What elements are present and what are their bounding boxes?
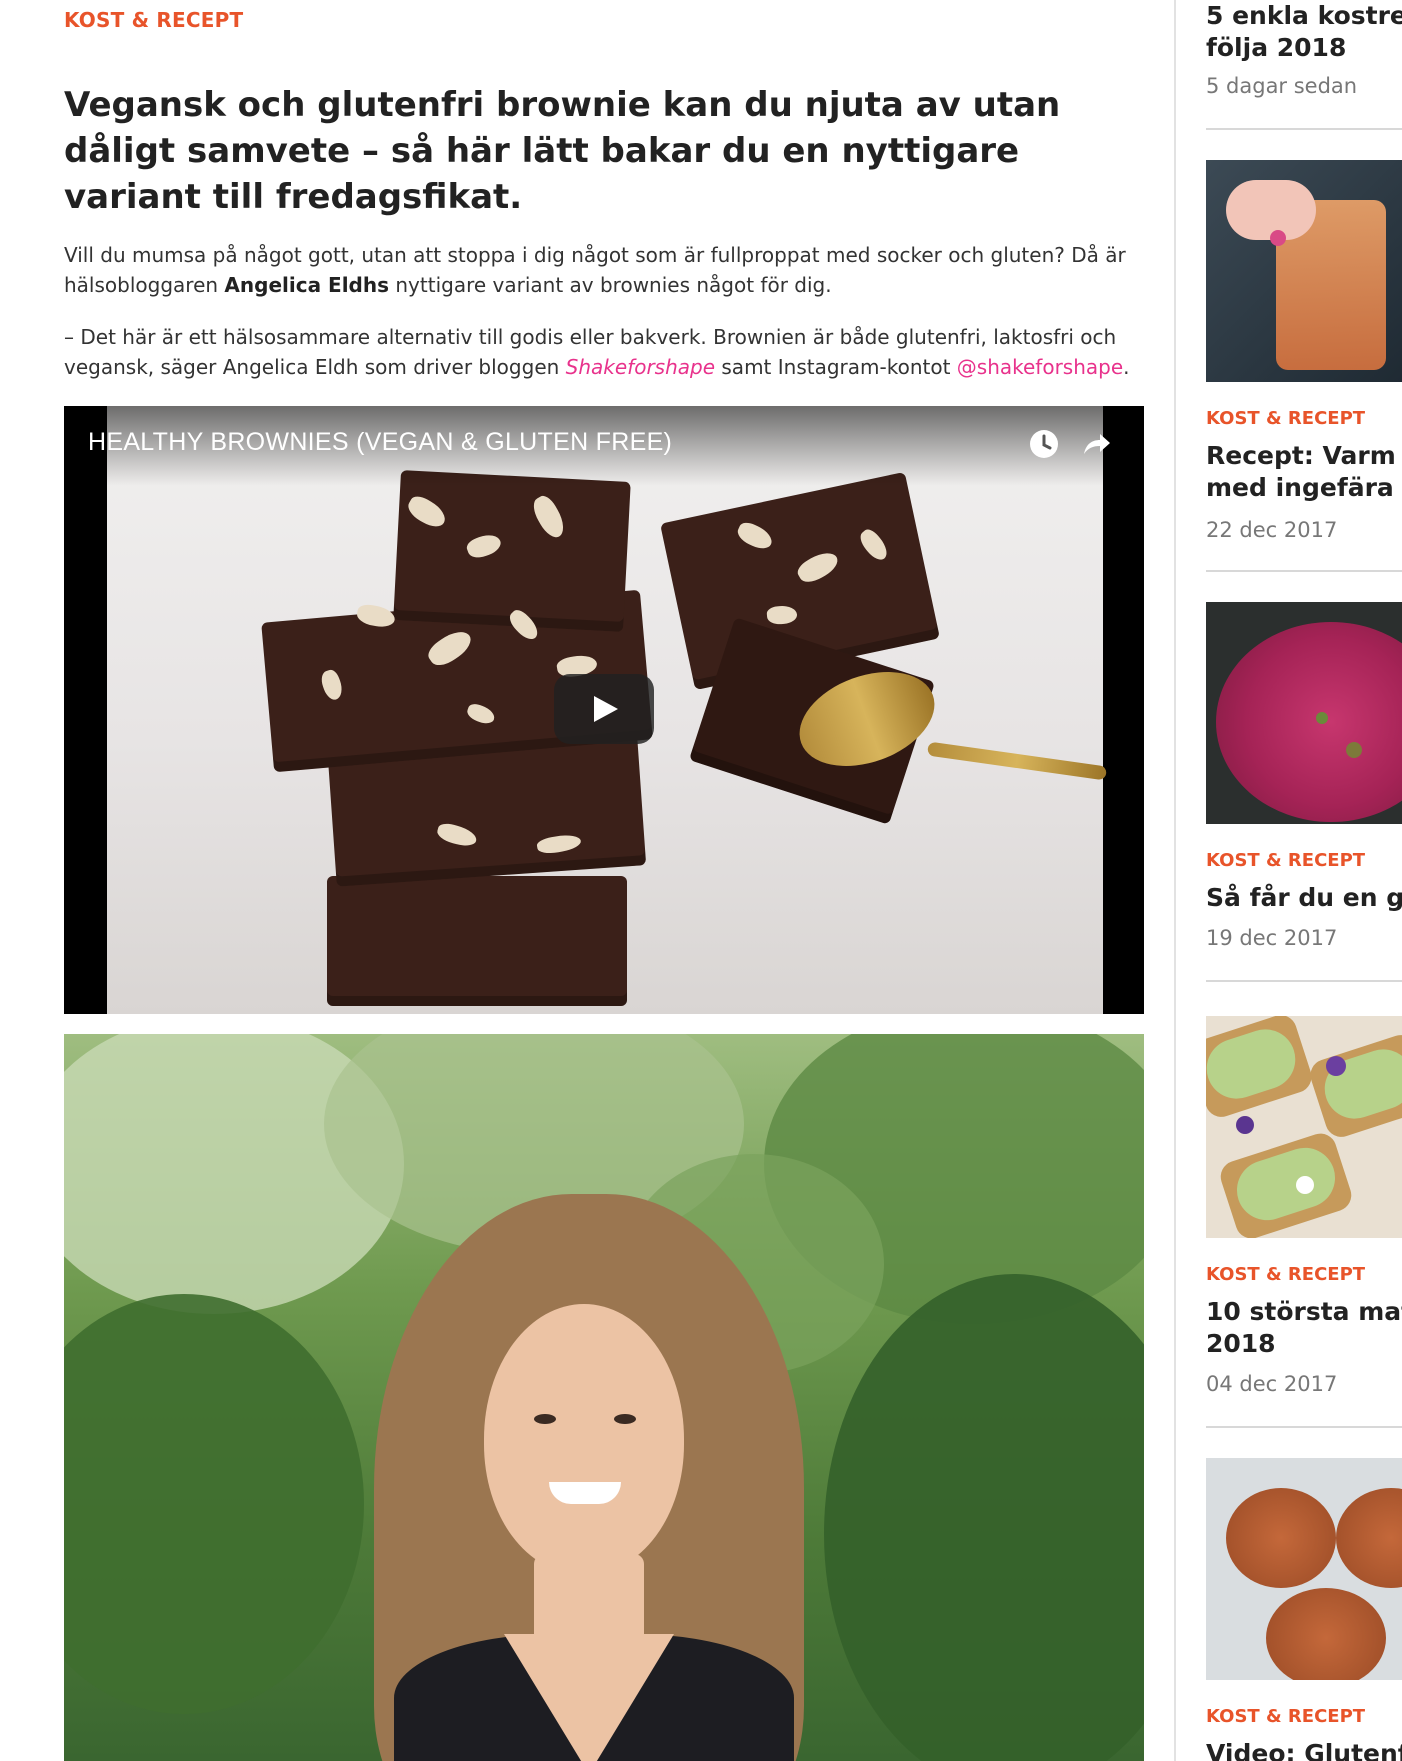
video-title[interactable]: HEALTHY BROWNIES (VEGAN & GLUTEN FREE) (88, 428, 672, 457)
blog-link[interactable]: Shakeforshape (566, 355, 715, 379)
portrait-photo (64, 1034, 1144, 1761)
article-headline: Vegansk och glutenfri brownie kan du nju… (64, 85, 1061, 217)
watch-later-icon[interactable] (1028, 428, 1060, 460)
sidebar-item-category[interactable]: KOST & RECEPT (1206, 408, 1365, 429)
sidebar-item-image[interactable] (1206, 602, 1402, 824)
quote-text-middle: samt Instagram-kontot (715, 355, 957, 379)
sidebar-item-date: 04 dec 2017 (1206, 1372, 1338, 1396)
sidebar-separator (1206, 1426, 1402, 1428)
sidebar-item-title[interactable]: Så får du en grö (1206, 882, 1402, 914)
quote-text-end: . (1123, 355, 1130, 379)
sidebar-item-title[interactable]: 5 enkla kostreglfölja 2018 (1206, 0, 1402, 64)
sidebar-item-image[interactable] (1206, 160, 1402, 382)
sidebar-item-title[interactable]: 10 största mattr2018 (1206, 1296, 1402, 1360)
sidebar-item-category[interactable]: KOST & RECEPT (1206, 1264, 1365, 1285)
sidebar-item-category[interactable]: KOST & RECEPT (1206, 850, 1365, 871)
sidebar-separator (1206, 980, 1402, 982)
article-category[interactable]: KOST & RECEPT (64, 8, 243, 32)
article-intro: Vill du mumsa på något gott, utan att st… (64, 240, 1144, 300)
related-articles-sidebar: 5 enkla kostreglfölja 2018 5 dagar sedan… (1206, 0, 1402, 1761)
intro-text-end: nyttigare variant av brownies något för … (389, 273, 832, 297)
sidebar-separator (1206, 128, 1402, 130)
instagram-link[interactable]: @shakeforshape (957, 355, 1123, 379)
sidebar-item-date: 19 dec 2017 (1206, 926, 1338, 950)
sidebar-item-date: 5 dagar sedan (1206, 74, 1358, 98)
sidebar-item-date: 22 dec 2017 (1206, 518, 1338, 542)
intro-author-name: Angelica Eldhs (224, 273, 390, 297)
play-icon (594, 696, 618, 722)
article-quote: – Det här är ett hälsosammare alternativ… (64, 322, 1144, 382)
sidebar-item-image[interactable] (1206, 1016, 1402, 1238)
sidebar-item-title[interactable]: Video: Glutenfri (1206, 1738, 1402, 1761)
sidebar-item-category[interactable]: KOST & RECEPT (1206, 1706, 1365, 1727)
column-divider (1174, 0, 1176, 1761)
sidebar-item-title[interactable]: Recept: Varm äpmed ingefära (1206, 440, 1402, 504)
share-icon[interactable] (1080, 428, 1112, 460)
video-player[interactable]: HEALTHY BROWNIES (VEGAN & GLUTEN FREE) (64, 406, 1144, 1014)
sidebar-item-image[interactable] (1206, 1458, 1402, 1680)
play-button[interactable] (554, 674, 654, 744)
sidebar-separator (1206, 570, 1402, 572)
